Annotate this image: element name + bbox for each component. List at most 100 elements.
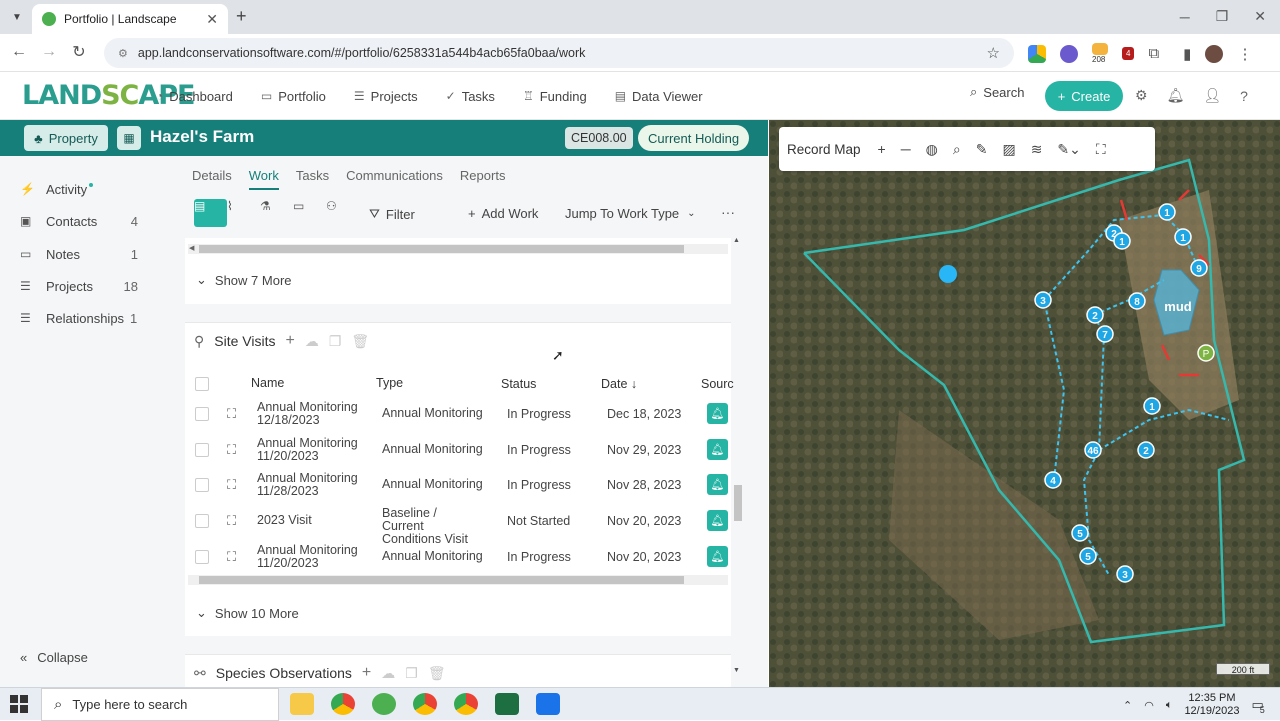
- chrome-icon-2[interactable]: [413, 693, 437, 715]
- property-status-badge[interactable]: Current Holding: [638, 125, 750, 151]
- notification-bell-icon[interactable]: 🔔︎: [1167, 87, 1185, 104]
- help-icon[interactable]: ?: [1240, 88, 1248, 104]
- puzzle-extensions-icon[interactable]: ⧉: [1148, 45, 1159, 62]
- add-site-visit-icon[interactable]: +: [285, 332, 294, 350]
- sidebar-item-relationships[interactable]: ☰ Relationships 1: [20, 307, 138, 329]
- image-icon[interactable]: ▨: [1002, 141, 1015, 158]
- extension-badge-4[interactable]: 4: [1122, 47, 1135, 60]
- forward-icon[interactable]: →: [38, 43, 60, 61]
- tab-reports[interactable]: Reports: [460, 168, 506, 190]
- minimize-icon[interactable]: ─: [1180, 9, 1190, 25]
- table-row[interactable]: ⛶ Annual Monitoring 11/28/2023 Annual Mo…: [185, 467, 731, 502]
- app-icon[interactable]: [536, 693, 560, 715]
- browser-menu-icon[interactable]: ⋮: [1237, 45, 1252, 63]
- nav-funding[interactable]: ♖ Funding: [523, 89, 587, 104]
- property-map-icon[interactable]: ▦: [117, 126, 141, 150]
- map-canvas[interactable]: P mud 121 193287146 24553: [769, 120, 1280, 687]
- map-icon[interactable]: ⛶: [227, 477, 236, 493]
- url-field[interactable]: ⚙ app.landconservationsoftware.com/#/por…: [104, 38, 1014, 68]
- person-icon[interactable]: ⚇: [326, 199, 359, 227]
- settings-gear-icon[interactable]: ⚙: [1135, 87, 1148, 104]
- table-row[interactable]: ⛶ Annual Monitoring 12/18/2023 Annual Mo…: [185, 396, 731, 431]
- scrollbar-thumb[interactable]: [734, 485, 742, 521]
- horizontal-scrollbar[interactable]: [188, 244, 728, 254]
- horizontal-scrollbar[interactable]: [188, 575, 728, 585]
- tab-details[interactable]: Details: [192, 168, 232, 190]
- site-info-icon[interactable]: ⚙: [118, 47, 128, 60]
- nav-projects[interactable]: ☰ Projects: [354, 89, 418, 104]
- sidebar-item-contacts[interactable]: ▣ Contacts 4: [20, 210, 138, 232]
- select-all-checkbox[interactable]: [195, 377, 209, 391]
- excel-icon[interactable]: [495, 693, 519, 715]
- map-icon[interactable]: ⛶: [227, 549, 236, 565]
- row-checkbox[interactable]: [195, 407, 209, 421]
- more-options-icon[interactable]: ···: [721, 204, 735, 220]
- row-name[interactable]: Annual Monitoring 11/20/2023: [257, 437, 375, 463]
- column-status[interactable]: Status: [501, 377, 536, 391]
- layers-icon[interactable]: ≋: [1031, 141, 1043, 158]
- map-icon[interactable]: ⛶: [227, 513, 236, 529]
- nav-portfolio[interactable]: ▭ Portfolio: [261, 89, 326, 104]
- volume-icon[interactable]: 🔈︎: [1166, 699, 1173, 712]
- user-icon[interactable]: 👤︎: [1203, 87, 1221, 104]
- clipboard-icon[interactable]: ▤: [194, 199, 227, 227]
- record-map[interactable]: P mud 1 2 1 1 9 3 2 8 7 1 46 2 4 5 5 3: [769, 120, 1280, 687]
- row-name[interactable]: Annual Monitoring 11/28/2023: [257, 472, 375, 498]
- extension-icon[interactable]: [1060, 44, 1078, 63]
- sidebar-item-activity[interactable]: ⚡ Activity: [20, 178, 138, 200]
- close-tab-icon[interactable]: ✕: [206, 11, 218, 28]
- map-icon[interactable]: ⛶: [227, 442, 236, 458]
- row-name[interactable]: Annual Monitoring 11/20/2023: [257, 544, 375, 570]
- browser-tab[interactable]: Portfolio | Landscape ✕: [32, 4, 228, 34]
- sidebar-item-projects[interactable]: ☰ Projects 18: [20, 275, 138, 297]
- nav-data-viewer[interactable]: ▤ Data Viewer: [615, 89, 703, 104]
- restore-icon[interactable]: ❐: [1216, 8, 1229, 25]
- filter-button[interactable]: ⛛ Filter: [369, 206, 415, 222]
- pencil-icon[interactable]: ✎: [976, 141, 988, 158]
- scrollbar-thumb[interactable]: [199, 245, 684, 253]
- edit-dropdown-icon[interactable]: ✎⌄: [1057, 141, 1080, 158]
- tray-chevron-icon[interactable]: ⌃: [1123, 699, 1132, 712]
- jump-to-work-type-dropdown[interactable]: Jump To Work Type ⌄: [565, 206, 696, 221]
- source-bell-icon[interactable]: 🔔︎: [707, 474, 728, 495]
- property-type-button[interactable]: ♣ Property: [24, 125, 108, 151]
- flask-icon[interactable]: ⚗: [260, 199, 293, 227]
- row-checkbox[interactable]: [195, 443, 209, 457]
- column-date[interactable]: Date ↓: [601, 377, 637, 391]
- nav-tasks[interactable]: ✓ Tasks: [446, 89, 495, 104]
- map-search-icon[interactable]: ⌕: [953, 141, 961, 158]
- zoom-in-icon[interactable]: +: [878, 141, 886, 157]
- tab-tasks[interactable]: Tasks: [296, 168, 329, 190]
- wifi-icon[interactable]: ◠: [1144, 699, 1154, 712]
- table-row[interactable]: ⛶ Annual Monitoring 11/20/2023 Annual Mo…: [185, 539, 731, 574]
- column-name[interactable]: Name: [251, 377, 369, 390]
- add-species-icon[interactable]: +: [362, 664, 371, 682]
- source-bell-icon[interactable]: 🔔︎: [707, 439, 728, 460]
- taskbar-search[interactable]: ⌕ Type here to search: [41, 688, 279, 721]
- source-bell-icon[interactable]: 🔔︎: [707, 510, 728, 531]
- source-bell-icon[interactable]: 🔔︎: [707, 403, 728, 424]
- drive-extension-icon[interactable]: [1028, 44, 1046, 63]
- row-name[interactable]: Annual Monitoring 12/18/2023: [257, 401, 375, 427]
- column-type[interactable]: Type: [376, 377, 488, 390]
- row-checkbox[interactable]: [195, 514, 209, 528]
- new-tab-icon[interactable]: +: [236, 6, 247, 27]
- zoom-out-icon[interactable]: ─: [901, 141, 911, 157]
- scroll-down-arrow[interactable]: ▼: [733, 667, 740, 674]
- profile-avatar[interactable]: [1205, 44, 1224, 63]
- add-work-button[interactable]: + Add Work: [468, 206, 538, 221]
- table-row[interactable]: ⛶ Annual Monitoring 11/20/2023 Annual Mo…: [185, 432, 731, 467]
- show-more-button[interactable]: ⌄ Show 10 More: [196, 605, 299, 621]
- side-panel-icon[interactable]: ▮: [1183, 45, 1191, 63]
- row-checkbox[interactable]: [195, 478, 209, 492]
- scroll-up-arrow[interactable]: ▲: [733, 237, 740, 244]
- reload-icon[interactable]: ↻: [68, 42, 90, 62]
- back-icon[interactable]: ←: [8, 43, 30, 61]
- chrome-icon-3[interactable]: [454, 693, 478, 715]
- windows-start-icon[interactable]: [10, 695, 28, 713]
- map-icon[interactable]: ⛶: [227, 406, 236, 422]
- vertical-scrollbar[interactable]: ▲ ▼: [733, 237, 743, 677]
- sidebar-item-notes[interactable]: ▭ Notes 1: [20, 243, 138, 265]
- bookmark-star-icon[interactable]: ☆: [987, 44, 1000, 62]
- card-icon[interactable]: ▭: [293, 199, 326, 227]
